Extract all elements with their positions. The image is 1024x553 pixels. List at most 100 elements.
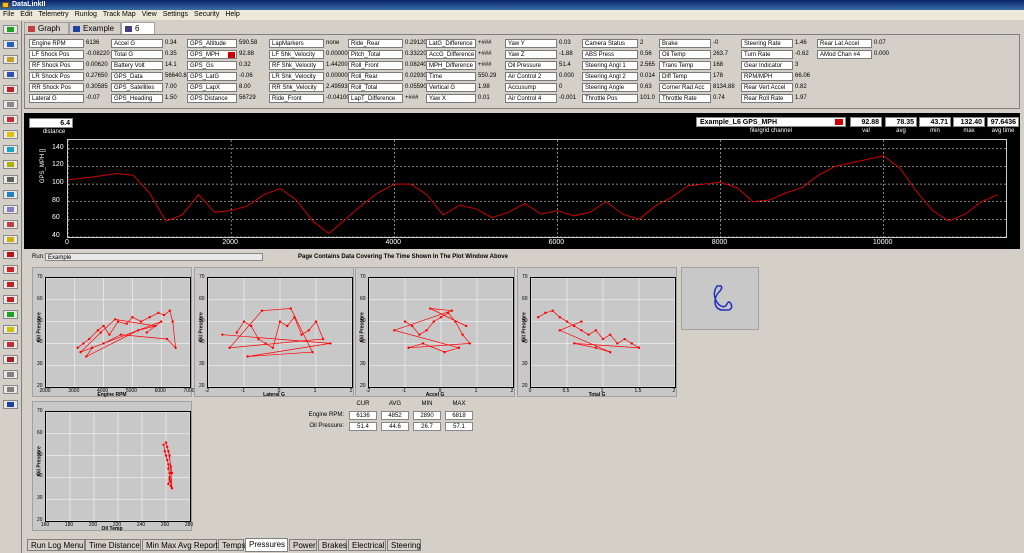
channel-label[interactable]: Air Control 2 — [505, 72, 557, 81]
channel-label[interactable]: Steering Angle — [582, 83, 638, 92]
channel-label[interactable]: Ride_Rear — [348, 39, 403, 48]
channel-label[interactable]: RF Shk_Velocity — [269, 61, 324, 70]
page-tab-electrical[interactable]: Electrical — [348, 539, 386, 551]
channel-label[interactable]: Turn Rate — [741, 50, 793, 59]
channel-label[interactable]: RPM/MPH — [741, 72, 793, 81]
channel-label[interactable]: Total G — [111, 50, 163, 59]
toolbar-button-8[interactable] — [3, 130, 18, 139]
toolbar-button-6[interactable] — [3, 100, 18, 109]
scatter-lateral-g[interactable]: 20 30 40 50 60 70 -2 -1 0 1 2 Oil Pressure Lateral G — [194, 267, 354, 398]
channel-label[interactable]: Steering Angl 1 — [582, 61, 638, 70]
toolbar-button-13[interactable] — [3, 205, 18, 214]
page-tab-run-log-menu[interactable]: Run Log Menu — [27, 539, 85, 551]
channel-label[interactable]: Roll_Front — [348, 61, 403, 70]
channel-label[interactable]: LF Shock Pos — [29, 50, 84, 59]
page-tab-steering[interactable]: Steering — [387, 539, 421, 551]
channel-label[interactable]: AMod Chan #4 — [817, 50, 872, 59]
menu-view[interactable]: View — [139, 10, 160, 20]
page-tab-pressures[interactable]: Pressures — [245, 538, 288, 552]
page-tab-temps[interactable]: Temps — [218, 539, 246, 551]
channel-label[interactable]: Accusump — [505, 83, 557, 92]
channel-label[interactable]: GPS_Satellites — [111, 83, 163, 92]
channel-label[interactable]: Time — [426, 72, 476, 81]
page-tab-time-distance[interactable]: Time Distance — [85, 539, 141, 551]
channel-label[interactable]: Rear Vert Accel — [741, 83, 793, 92]
channel-label[interactable]: GPS_MPH — [187, 50, 237, 59]
channel-label[interactable]: Throttle Rate — [659, 94, 711, 103]
channel-label[interactable]: Oil Pressure — [505, 61, 557, 70]
toolbar-button-18[interactable] — [3, 280, 18, 289]
channel-label[interactable]: RR Shock Pos — [29, 83, 84, 92]
toolbar-button-7[interactable] — [3, 115, 18, 124]
channel-label[interactable]: LapMarkers — [269, 39, 324, 48]
channel-label[interactable]: MPH_Difference — [426, 61, 476, 70]
track-map-thumbnail[interactable] — [681, 267, 759, 330]
channel-label[interactable]: GPS Distance — [187, 94, 237, 103]
toolbar-button-9[interactable] — [3, 145, 18, 154]
toolbar-button-4[interactable] — [3, 70, 18, 79]
toolbar-button-14[interactable] — [3, 220, 18, 229]
channel-label[interactable]: GPS_Heading — [111, 94, 163, 103]
channel-label[interactable]: Throttle Pos — [582, 94, 638, 103]
toolbar-button-3[interactable] — [3, 55, 18, 64]
toolbar-button-23[interactable] — [3, 355, 18, 364]
menu-settings[interactable]: Settings — [160, 10, 191, 20]
channel-label[interactable]: Roll_Rear — [348, 72, 403, 81]
channel-label[interactable]: LF Shk_Velocity — [269, 50, 324, 59]
channel-label[interactable]: GPS_LapX — [187, 83, 237, 92]
menu-runlog[interactable]: Runlog — [72, 10, 100, 20]
toolbar-button-10[interactable] — [3, 160, 18, 169]
tab-lap[interactable]: 6 — [121, 22, 155, 34]
channel-label[interactable]: AccG_Difference — [426, 50, 476, 59]
channel-label[interactable]: Yaw Y — [505, 39, 557, 48]
channel-label[interactable]: Ride_Front — [269, 94, 324, 103]
channel-label[interactable]: Gear Indicator — [741, 61, 793, 70]
menu-security[interactable]: Security — [191, 10, 222, 20]
scatter-total-g[interactable]: 20 30 40 50 60 70 0 0.5 1 1.5 2 Oil Pressure Total G — [517, 267, 677, 398]
channel-label[interactable]: GPS_Altitude — [187, 39, 237, 48]
channel-label[interactable]: GPS_Gs — [187, 61, 237, 70]
toolbar-button-15[interactable] — [3, 235, 18, 244]
scatter-accel-g[interactable]: 20 30 40 50 60 70 -2 -1 0 1 2 Oil Pressure Accel G — [355, 267, 515, 398]
channel-label[interactable]: Air Control 4 — [505, 94, 557, 103]
channel-label[interactable]: Lateral G — [29, 94, 84, 103]
channel-label[interactable]: Diff Temp — [659, 72, 711, 81]
channel-label[interactable]: GPS_Data — [111, 72, 163, 81]
channel-label[interactable]: LapT_Difference — [348, 94, 403, 103]
channel-label[interactable]: Pitch_Total — [348, 50, 403, 59]
channel-label[interactable]: Accel G — [111, 39, 163, 48]
channel-label[interactable]: Roll_Total — [348, 83, 403, 92]
channel-label[interactable]: Battery Volt — [111, 61, 163, 70]
channel-label[interactable]: Steering Rate — [741, 39, 793, 48]
menu-edit[interactable]: Edit — [17, 10, 35, 20]
channel-label[interactable]: Engine RPM — [29, 39, 84, 48]
channel-label[interactable]: ABS Press — [582, 50, 638, 59]
menu-telemetry[interactable]: Telemetry — [35, 10, 71, 20]
page-tab-power[interactable]: Power — [289, 539, 317, 551]
channel-label[interactable]: Rear Lat Accel — [817, 39, 872, 48]
toolbar-button-25[interactable] — [3, 385, 18, 394]
channel-label[interactable]: Vertical G — [426, 83, 476, 92]
channel-label[interactable]: Camera Status — [582, 39, 638, 48]
menu-track-map[interactable]: Track Map — [100, 10, 139, 20]
channel-label[interactable]: RF Shock Pos — [29, 61, 84, 70]
channel-label[interactable]: Yaw Z — [505, 50, 557, 59]
toolbar-button-1[interactable] — [3, 25, 18, 34]
channel-label[interactable]: LR Shk_Velocity — [269, 72, 324, 81]
toolbar-button-16[interactable] — [3, 250, 18, 259]
menu-help[interactable]: Help — [222, 10, 242, 20]
tab-graph[interactable]: Graph — [24, 22, 69, 34]
scatter-engine-rpm[interactable]: 20 30 40 50 60 70 2000 3000 4000 5000 6000 7000 Oil … — [32, 267, 195, 398]
channel-label[interactable]: Brake — [659, 39, 711, 48]
tab-example[interactable]: Example — [69, 22, 121, 34]
channel-label[interactable]: GPS_LatG — [187, 72, 237, 81]
toolbar-button-19[interactable] — [3, 295, 18, 304]
toolbar-button-5[interactable] — [3, 85, 18, 94]
toolbar-button-2[interactable] — [3, 40, 18, 49]
toolbar-button-24[interactable] — [3, 370, 18, 379]
scatter-oil-temp[interactable]: 20 30 40 50 60 70 160 180 200 220 240 260 280 Oil Pre… — [32, 401, 193, 532]
toolbar-button-12[interactable] — [3, 190, 18, 199]
toolbar-button-20[interactable] — [3, 310, 18, 319]
channel-label[interactable]: Rear Roll Rate — [741, 94, 793, 103]
channel-selector[interactable]: Example_L6 GPS_MPH — [696, 117, 846, 127]
